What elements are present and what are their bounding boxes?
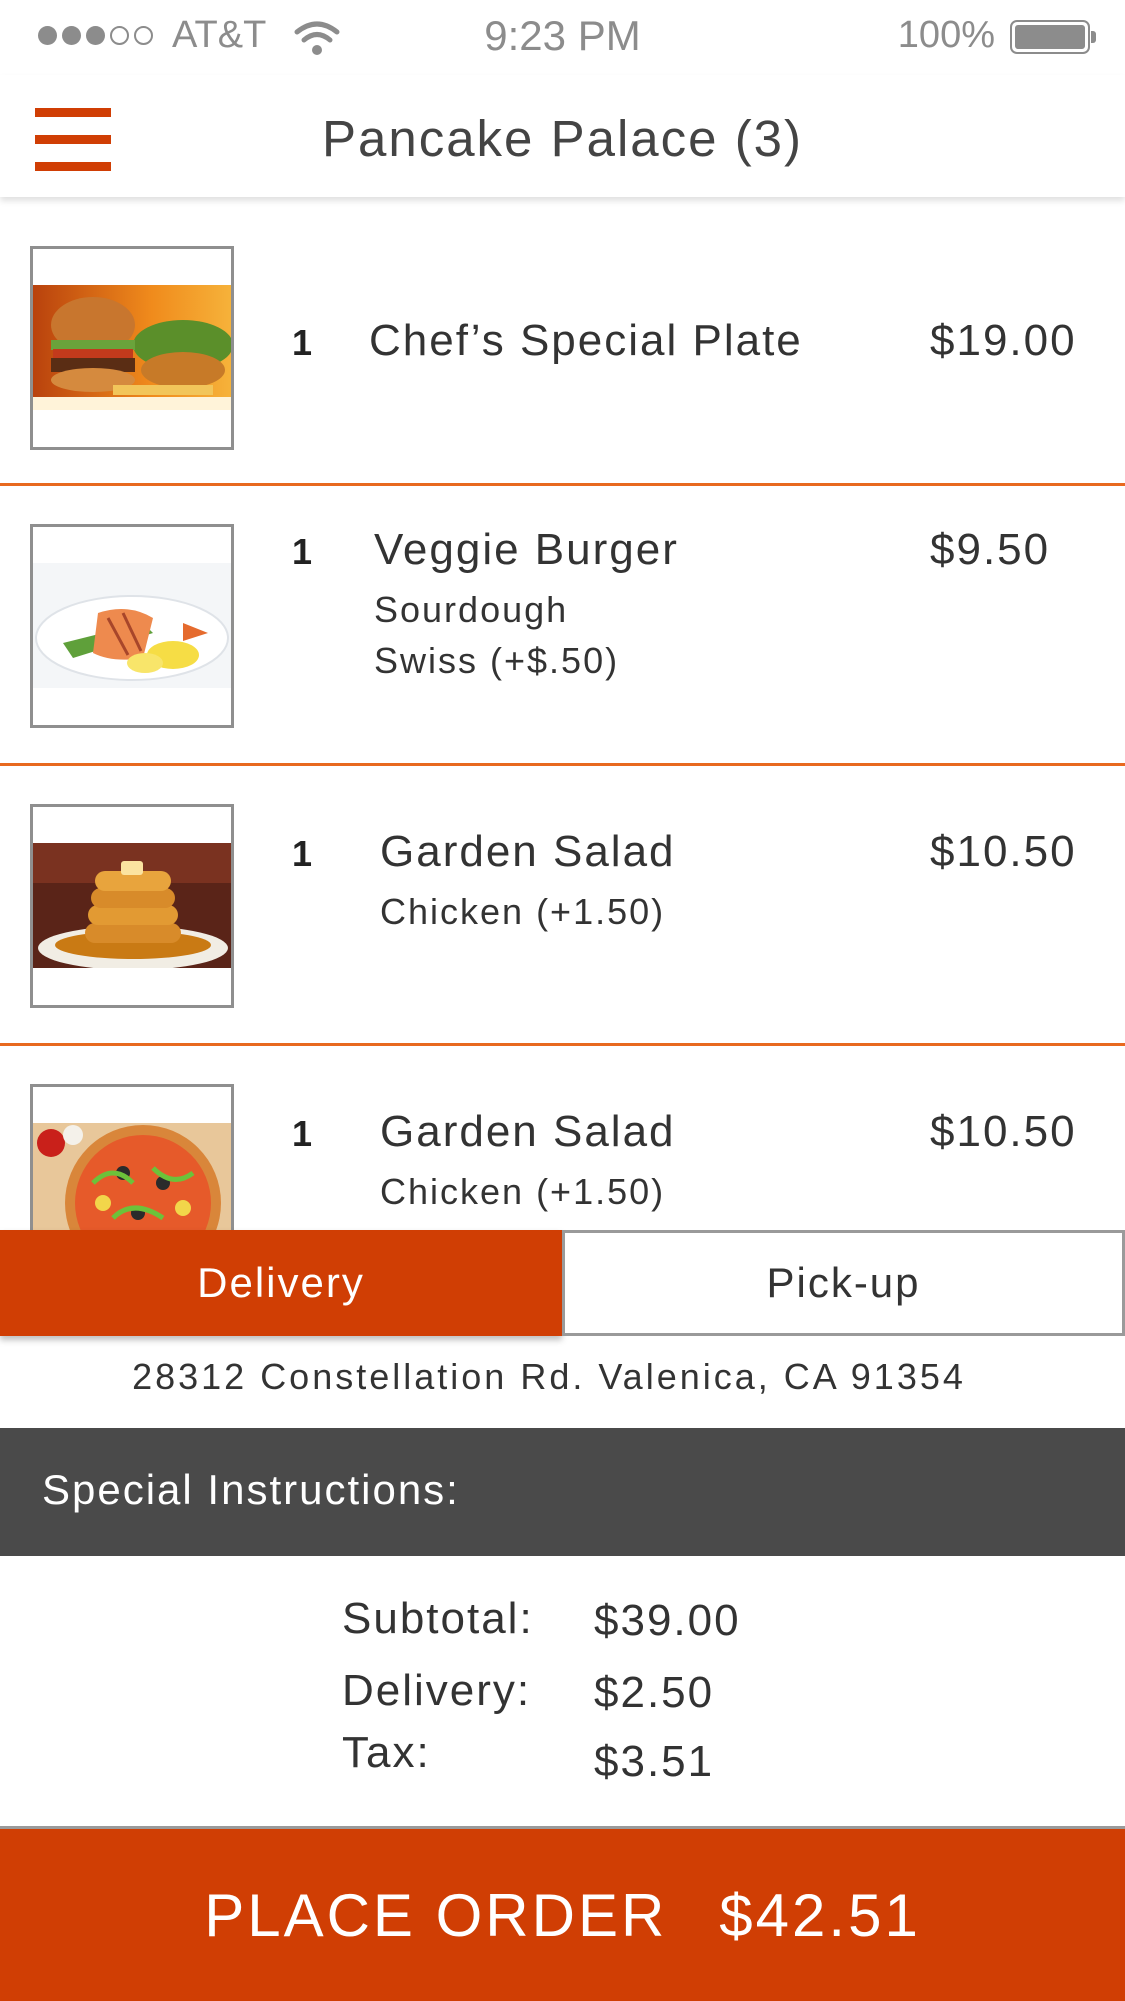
- item-quantity: 1: [292, 833, 313, 874]
- item-name: Chef’s Special Plate: [369, 316, 803, 365]
- burger-and-fries-photo: [33, 285, 231, 410]
- item-thumbnail: [30, 804, 234, 1008]
- item-quantity: 1: [292, 1113, 313, 1154]
- delivery-fee-value: $2.50: [594, 1668, 715, 1717]
- nav-bar: Pancake Palace (3): [0, 75, 1125, 197]
- cart-item[interactable]: 1 Garden Salad $10.50 Chicken (+1.50): [0, 1046, 1125, 1230]
- item-price: $10.50: [930, 827, 1077, 876]
- grilled-salmon-plate-photo: [33, 563, 231, 688]
- battery-percentage: 100%: [897, 14, 995, 56]
- delivery-fee-label: Delivery:: [342, 1666, 532, 1715]
- subtotal-value: $39.00: [594, 1596, 741, 1645]
- item-option: Chicken (+1.50): [380, 891, 666, 932]
- item-name: Veggie Burger: [374, 525, 679, 574]
- order-totals: Subtotal: $39.00 Delivery: $2.50 Tax: $3…: [0, 1556, 1125, 1826]
- pizza-photo: [33, 1123, 231, 1230]
- item-thumbnail: [30, 1084, 234, 1230]
- item-price: $9.50: [930, 525, 1051, 574]
- item-name: Garden Salad: [380, 1107, 676, 1156]
- item-option: Chicken (+1.50): [380, 1171, 666, 1212]
- item-option: Sourdough: [374, 589, 569, 630]
- place-order-label: PLACE ORDER: [204, 1881, 668, 1949]
- cart-item[interactable]: 1 Garden Salad $10.50 Chicken (+1.50): [0, 766, 1125, 1046]
- pancake-stack-photo: [33, 843, 231, 968]
- subtotal-label: Subtotal:: [342, 1594, 534, 1643]
- item-name: Garden Salad: [380, 827, 676, 876]
- item-thumbnail: [30, 246, 234, 450]
- item-option: Swiss (+$.50): [374, 640, 620, 681]
- item-price: $10.50: [930, 1107, 1077, 1156]
- cart-item[interactable]: 1 Veggie Burger $9.50 Sourdough Swiss (+…: [0, 486, 1125, 766]
- item-options: Chicken (+1.50): [380, 886, 665, 937]
- order-type-toggle[interactable]: Delivery Pick-up: [0, 1230, 1125, 1336]
- page-title: Pancake Palace (3): [321, 110, 804, 167]
- item-thumbnail: [30, 524, 234, 728]
- status-bar: AT&T 9:23 PM 100%: [0, 0, 1125, 75]
- cart-list[interactable]: 1 Chef’s Special Plate $19.00 1 Veggie B…: [0, 197, 1125, 1230]
- place-order-button[interactable]: PLACE ORDER $42.51: [0, 1826, 1125, 2001]
- item-options: Chicken (+1.50): [380, 1166, 665, 1217]
- special-instructions-field[interactable]: Special Instructions:: [0, 1428, 1125, 1556]
- item-options: Sourdough Swiss (+$.50): [374, 584, 619, 686]
- item-quantity: 1: [292, 531, 313, 572]
- delivery-address[interactable]: 28312 Constellation Rd. Valenica, CA 913…: [0, 1356, 1098, 1398]
- item-price: $19.00: [930, 316, 1077, 365]
- special-instructions-label: Special Instructions:: [42, 1466, 460, 1513]
- item-quantity: 1: [292, 322, 313, 363]
- order-total: $42.51: [719, 1881, 921, 1949]
- battery-icon: [1010, 20, 1096, 54]
- pickup-tab[interactable]: Pick-up: [562, 1230, 1125, 1336]
- tax-value: $3.51: [594, 1737, 715, 1786]
- delivery-tab[interactable]: Delivery: [0, 1230, 562, 1336]
- tax-label: Tax:: [342, 1728, 431, 1777]
- cart-item[interactable]: 1 Chef’s Special Plate $19.00: [0, 197, 1125, 486]
